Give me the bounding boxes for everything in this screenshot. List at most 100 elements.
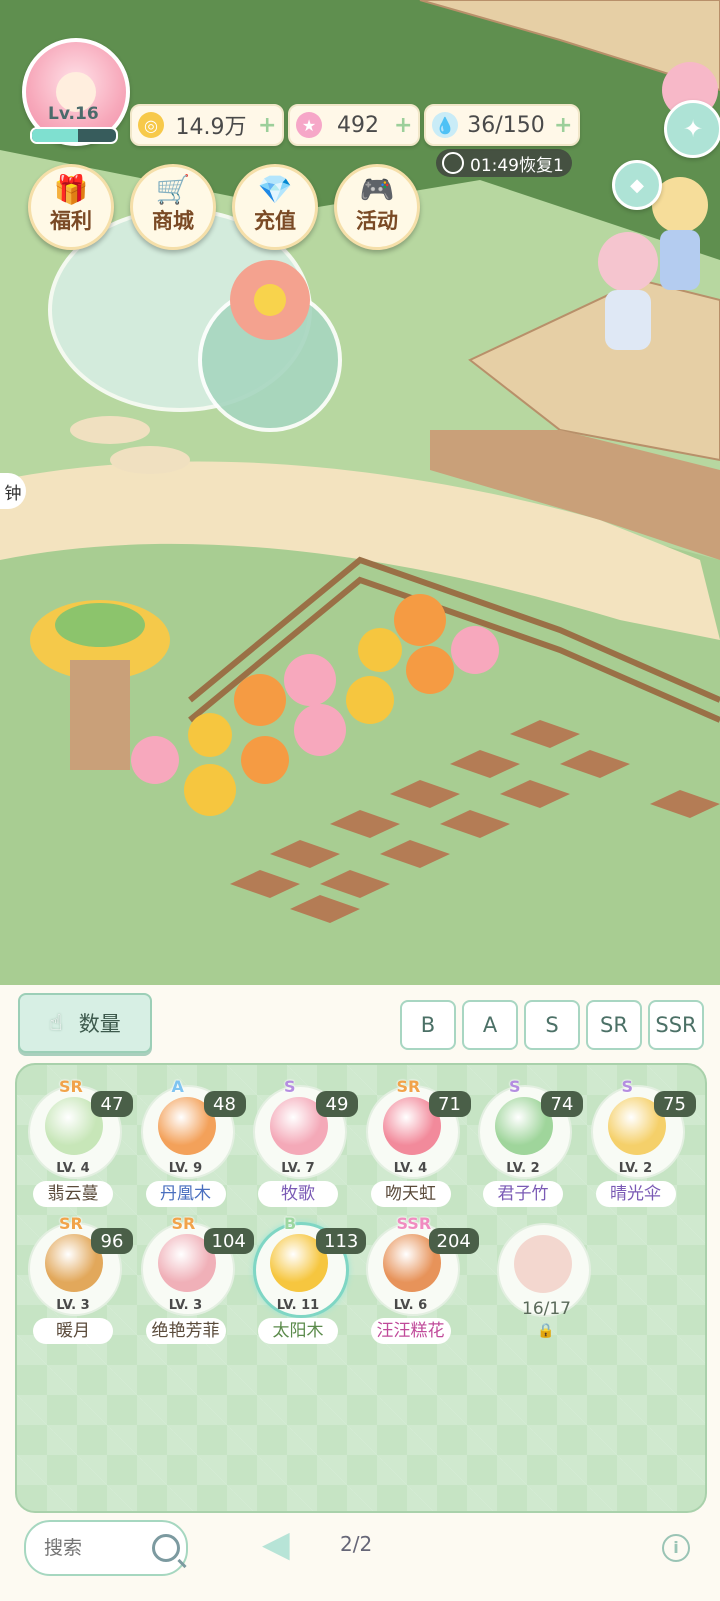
filter-sr[interactable]: SR [586, 1000, 642, 1050]
plant-level: LV. 3 [168, 1298, 203, 1313]
plant-grid: 16/17 🔒 SR 47 LV. 4 翡云蔓 A 48 LV. 9 丹凰木 S 49 LV. 7 牧… [15, 1063, 707, 1513]
plant-count: 75 [653, 1091, 696, 1117]
plant-level: LV. 2 [618, 1161, 653, 1176]
quantity-label: 数量 [78, 1012, 121, 1036]
timer-text: 01:49恢复1 [470, 155, 564, 176]
plant-level: LV. 6 [393, 1298, 428, 1313]
page-indicator: 2/2 [340, 1532, 373, 1556]
rarity-badge: A [171, 1077, 184, 1096]
plant-name: 吻天虹 [370, 1181, 451, 1207]
plant-item[interactable]: S 74 LV. 2 君子竹 [473, 1077, 583, 1211]
welfare-label: 福利 [50, 209, 92, 233]
plant-level: LV. 11 [276, 1298, 320, 1313]
rarity-badge: S [284, 1077, 296, 1096]
plant-item[interactable]: SSR 204 LV. 6 汪汪糕花 [361, 1214, 479, 1348]
rarity-badge: SSR [396, 1214, 432, 1233]
exp-bar [30, 127, 118, 144]
gift-icon: 🎁 [53, 173, 89, 206]
filter-s[interactable]: S [524, 1000, 580, 1050]
plant-name: 君子竹 [483, 1181, 563, 1207]
plant-item[interactable]: S 49 LV. 7 牧歌 [248, 1077, 358, 1211]
water-drop-icon: 💧 [432, 112, 458, 138]
filter-a[interactable]: A [462, 1000, 518, 1050]
plant-count: 104 [203, 1228, 254, 1254]
clock-icon [442, 152, 464, 174]
event-button[interactable]: 🎮 活动 [334, 164, 420, 250]
plant-name: 丹凰木 [145, 1181, 226, 1207]
gamepad-icon: 🎮 [359, 173, 395, 206]
add-water-icon[interactable]: + [554, 113, 574, 138]
plant-item[interactable]: SR 104 LV. 3 绝艳芳菲 [136, 1214, 254, 1348]
rarity-badge: B [284, 1214, 297, 1233]
info-icon[interactable]: i [662, 1534, 690, 1562]
water-recover-timer: 01:49恢复1 [436, 149, 572, 177]
plant-item[interactable]: B 113 LV. 11 太阳木 [248, 1214, 367, 1348]
rarity-badge: SR [59, 1214, 83, 1233]
water-value: 36/150 [467, 112, 545, 138]
water-counter[interactable]: 💧 36/150 + [424, 104, 580, 146]
plant-count: 49 [316, 1091, 358, 1117]
gold-counter[interactable]: ◎ 14.9万 + [130, 104, 284, 146]
recharge-button[interactable]: 💎 充值 [232, 164, 318, 250]
plant-name: 暖月 [33, 1318, 113, 1344]
search-box[interactable] [24, 1520, 188, 1576]
plant-name: 牧歌 [258, 1181, 338, 1207]
plant-level: LV. 3 [56, 1298, 90, 1313]
locked-plant-icon [514, 1235, 572, 1293]
plant-item[interactable]: SR 96 LV. 3 暖月 [23, 1214, 133, 1348]
exp-bar-fill [32, 129, 79, 142]
add-gold-icon[interactable]: + [258, 113, 278, 138]
rarity-badge: SR [396, 1077, 421, 1096]
plant-count: 47 [91, 1091, 133, 1117]
recharge-label: 充值 [254, 209, 296, 233]
add-gem-icon[interactable]: + [394, 113, 414, 138]
plant-count: 71 [428, 1091, 471, 1117]
gem-counter[interactable]: ★ 492 + [288, 104, 420, 146]
gem-v-icon: 💎 [257, 173, 293, 206]
plant-name: 汪汪糕花 [370, 1318, 451, 1344]
plant-item[interactable]: SR 47 LV. 4 翡云蔓 [23, 1077, 133, 1211]
welfare-button[interactable]: 🎁 福利 [28, 164, 114, 250]
plant-count: 113 [316, 1228, 367, 1254]
plant-count: 96 [91, 1228, 133, 1254]
plant-item[interactable]: A 48 LV. 9 丹凰木 [136, 1077, 246, 1211]
cube-icon: ◆ [630, 174, 644, 196]
cart-icon: 🛒 [155, 173, 191, 206]
plant-name: 太阳木 [258, 1318, 338, 1344]
sparkle-button[interactable]: ✦ [664, 100, 720, 158]
locked-slot[interactable]: 16/17 🔒 [492, 1215, 596, 1349]
plant-level: LV. 9 [168, 1161, 203, 1176]
plant-level: LV. 4 [393, 1161, 428, 1176]
locked-progress: 16/17 [522, 1299, 571, 1319]
event-label: 活动 [356, 209, 398, 233]
plant-item[interactable]: S 75 LV. 2 晴光伞 [586, 1077, 696, 1211]
plant-level: LV. 2 [506, 1161, 540, 1176]
plant-count: 74 [541, 1091, 583, 1117]
shield-button[interactable]: ◆ [612, 160, 662, 210]
pointer-icon: ☝ [49, 1010, 63, 1036]
shop-button[interactable]: 🛒 商城 [130, 164, 216, 250]
filter-b[interactable]: B [400, 1000, 456, 1050]
quantity-sort-button[interactable]: ☝ 数量 [18, 993, 152, 1053]
plant-name: 晴光伞 [595, 1181, 676, 1207]
plant-name: 翡云蔓 [33, 1181, 113, 1207]
rarity-badge: SR [171, 1214, 196, 1233]
sparkle-icon: ✦ [682, 115, 704, 143]
search-input[interactable] [42, 1536, 146, 1560]
rarity-badge: S [509, 1077, 521, 1096]
rarity-badge: S [621, 1077, 634, 1096]
plant-item[interactable]: SR 71 LV. 4 吻天虹 [361, 1077, 471, 1211]
player-level: Lv.16 [48, 104, 99, 124]
plant-level: LV. 4 [56, 1161, 90, 1176]
shop-label: 商城 [152, 209, 194, 233]
prev-page-arrow-icon[interactable]: ◀ [262, 1525, 296, 1565]
plant-name: 绝艳芳菲 [145, 1318, 226, 1344]
gold-value: 14.9万 [175, 115, 247, 140]
rarity-badge: SR [59, 1077, 83, 1096]
plant-count: 48 [203, 1091, 246, 1117]
lock-icon: 🔒 [537, 1323, 555, 1339]
search-icon[interactable] [152, 1534, 180, 1562]
garden-scene[interactable] [0, 0, 720, 985]
plant-level: LV. 7 [281, 1161, 315, 1176]
filter-ssr[interactable]: SSR [648, 1000, 704, 1050]
